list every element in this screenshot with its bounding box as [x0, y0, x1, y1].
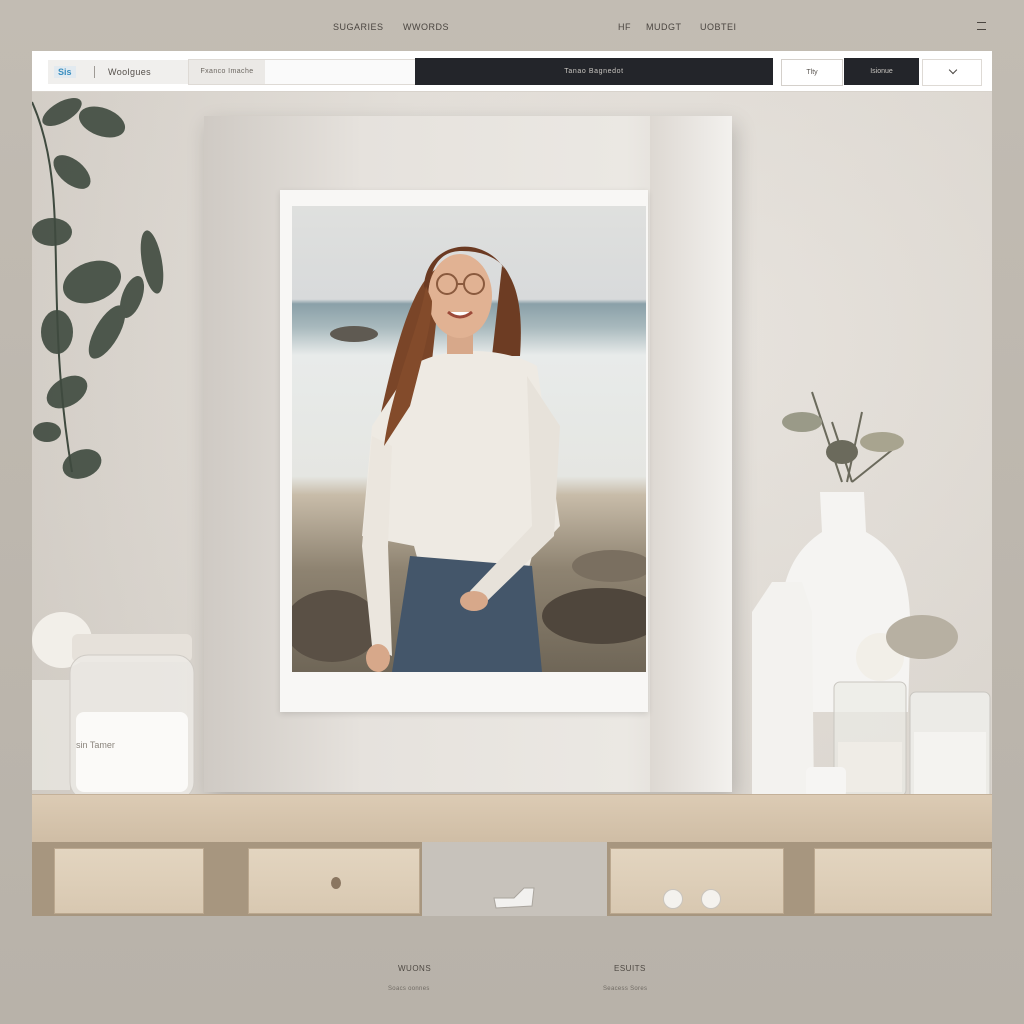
logo-divider [94, 66, 95, 78]
top-nav: Sugaries Wwords Hf Mudgt Uobtei [0, 12, 1024, 42]
drawer-left [54, 848, 204, 914]
primary-button[interactable]: Tanao Bagnedot [415, 58, 773, 85]
drawer-knob [331, 877, 341, 889]
footer-right-sub: Seacess Sores [603, 986, 648, 992]
hook-icon [493, 887, 535, 909]
nav-item-4[interactable]: Mudgt [646, 22, 682, 32]
candle-jar [32, 612, 195, 800]
jar-label: sin Tamer [76, 740, 115, 750]
plant-leaves [32, 98, 164, 479]
vase-arrangement [752, 391, 991, 802]
nav-item-1[interactable]: Sugaries [333, 22, 384, 32]
logo-mark: Sis [54, 66, 76, 78]
logo[interactable]: Sis Woolgues [48, 60, 204, 84]
photo-frame [280, 190, 648, 712]
toolbar: Sis Woolgues Fxanco Imache Tanao Bagnedo… [32, 51, 992, 92]
hero-image: sin Tamer [32, 92, 992, 916]
portrait-photo [292, 206, 646, 672]
logo-text: Woolgues [108, 67, 152, 77]
secondary-button[interactable]: Tlty [781, 59, 843, 86]
drawer-3 [610, 848, 784, 914]
drawer-knob-white [663, 889, 683, 909]
menu-icon[interactable] [977, 22, 986, 30]
search-label: Fxanco Imache [189, 60, 265, 84]
shelf-top [32, 794, 992, 843]
drawer-knob-white [701, 889, 721, 909]
nav-item-2[interactable]: Wwords [403, 22, 449, 32]
dropdown-button[interactable] [922, 59, 982, 86]
drawer-right [814, 848, 992, 914]
shelf-gap [422, 842, 607, 916]
footer-left-title[interactable]: Wuons [398, 964, 431, 973]
search-input[interactable]: Fxanco Imache [188, 59, 416, 85]
nav-item-3[interactable]: Hf [618, 22, 631, 32]
footer-right-title[interactable]: Esuits [614, 964, 646, 973]
drawer-2 [248, 848, 420, 914]
nav-item-5[interactable]: Uobtei [700, 22, 737, 32]
frame-side [650, 116, 732, 792]
dark-button[interactable]: Isionue [844, 58, 919, 85]
chevron-down-icon [948, 65, 958, 75]
app-page: Sugaries Wwords Hf Mudgt Uobtei Sis Wool… [0, 0, 1024, 1024]
portrait-figure [292, 246, 646, 672]
footer-left-sub: Soacs oonnes [388, 986, 430, 992]
